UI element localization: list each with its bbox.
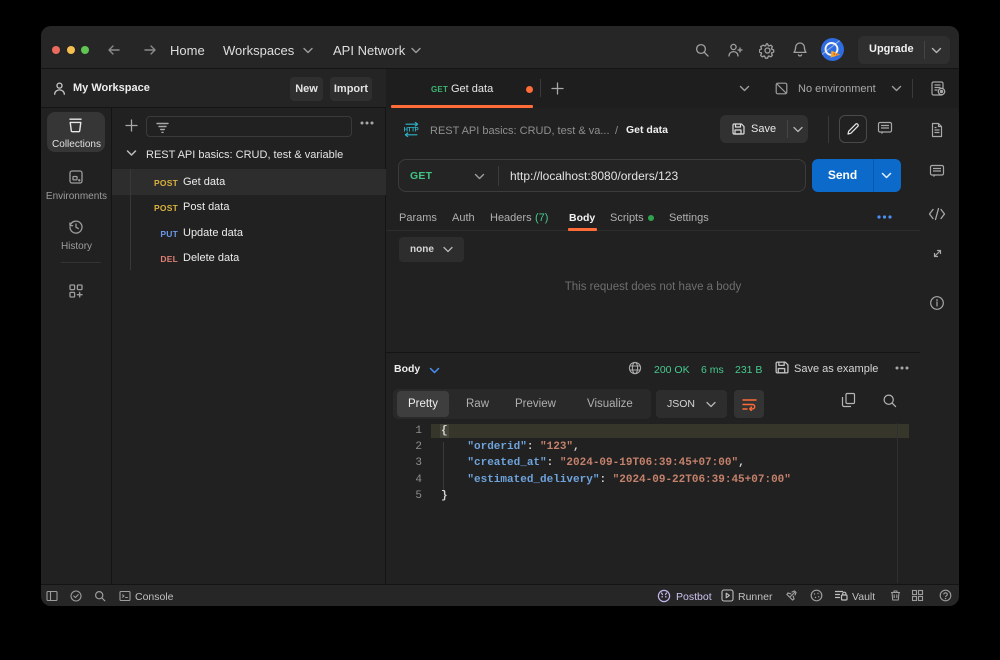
svg-text:HTTP: HTTP [404,128,419,134]
